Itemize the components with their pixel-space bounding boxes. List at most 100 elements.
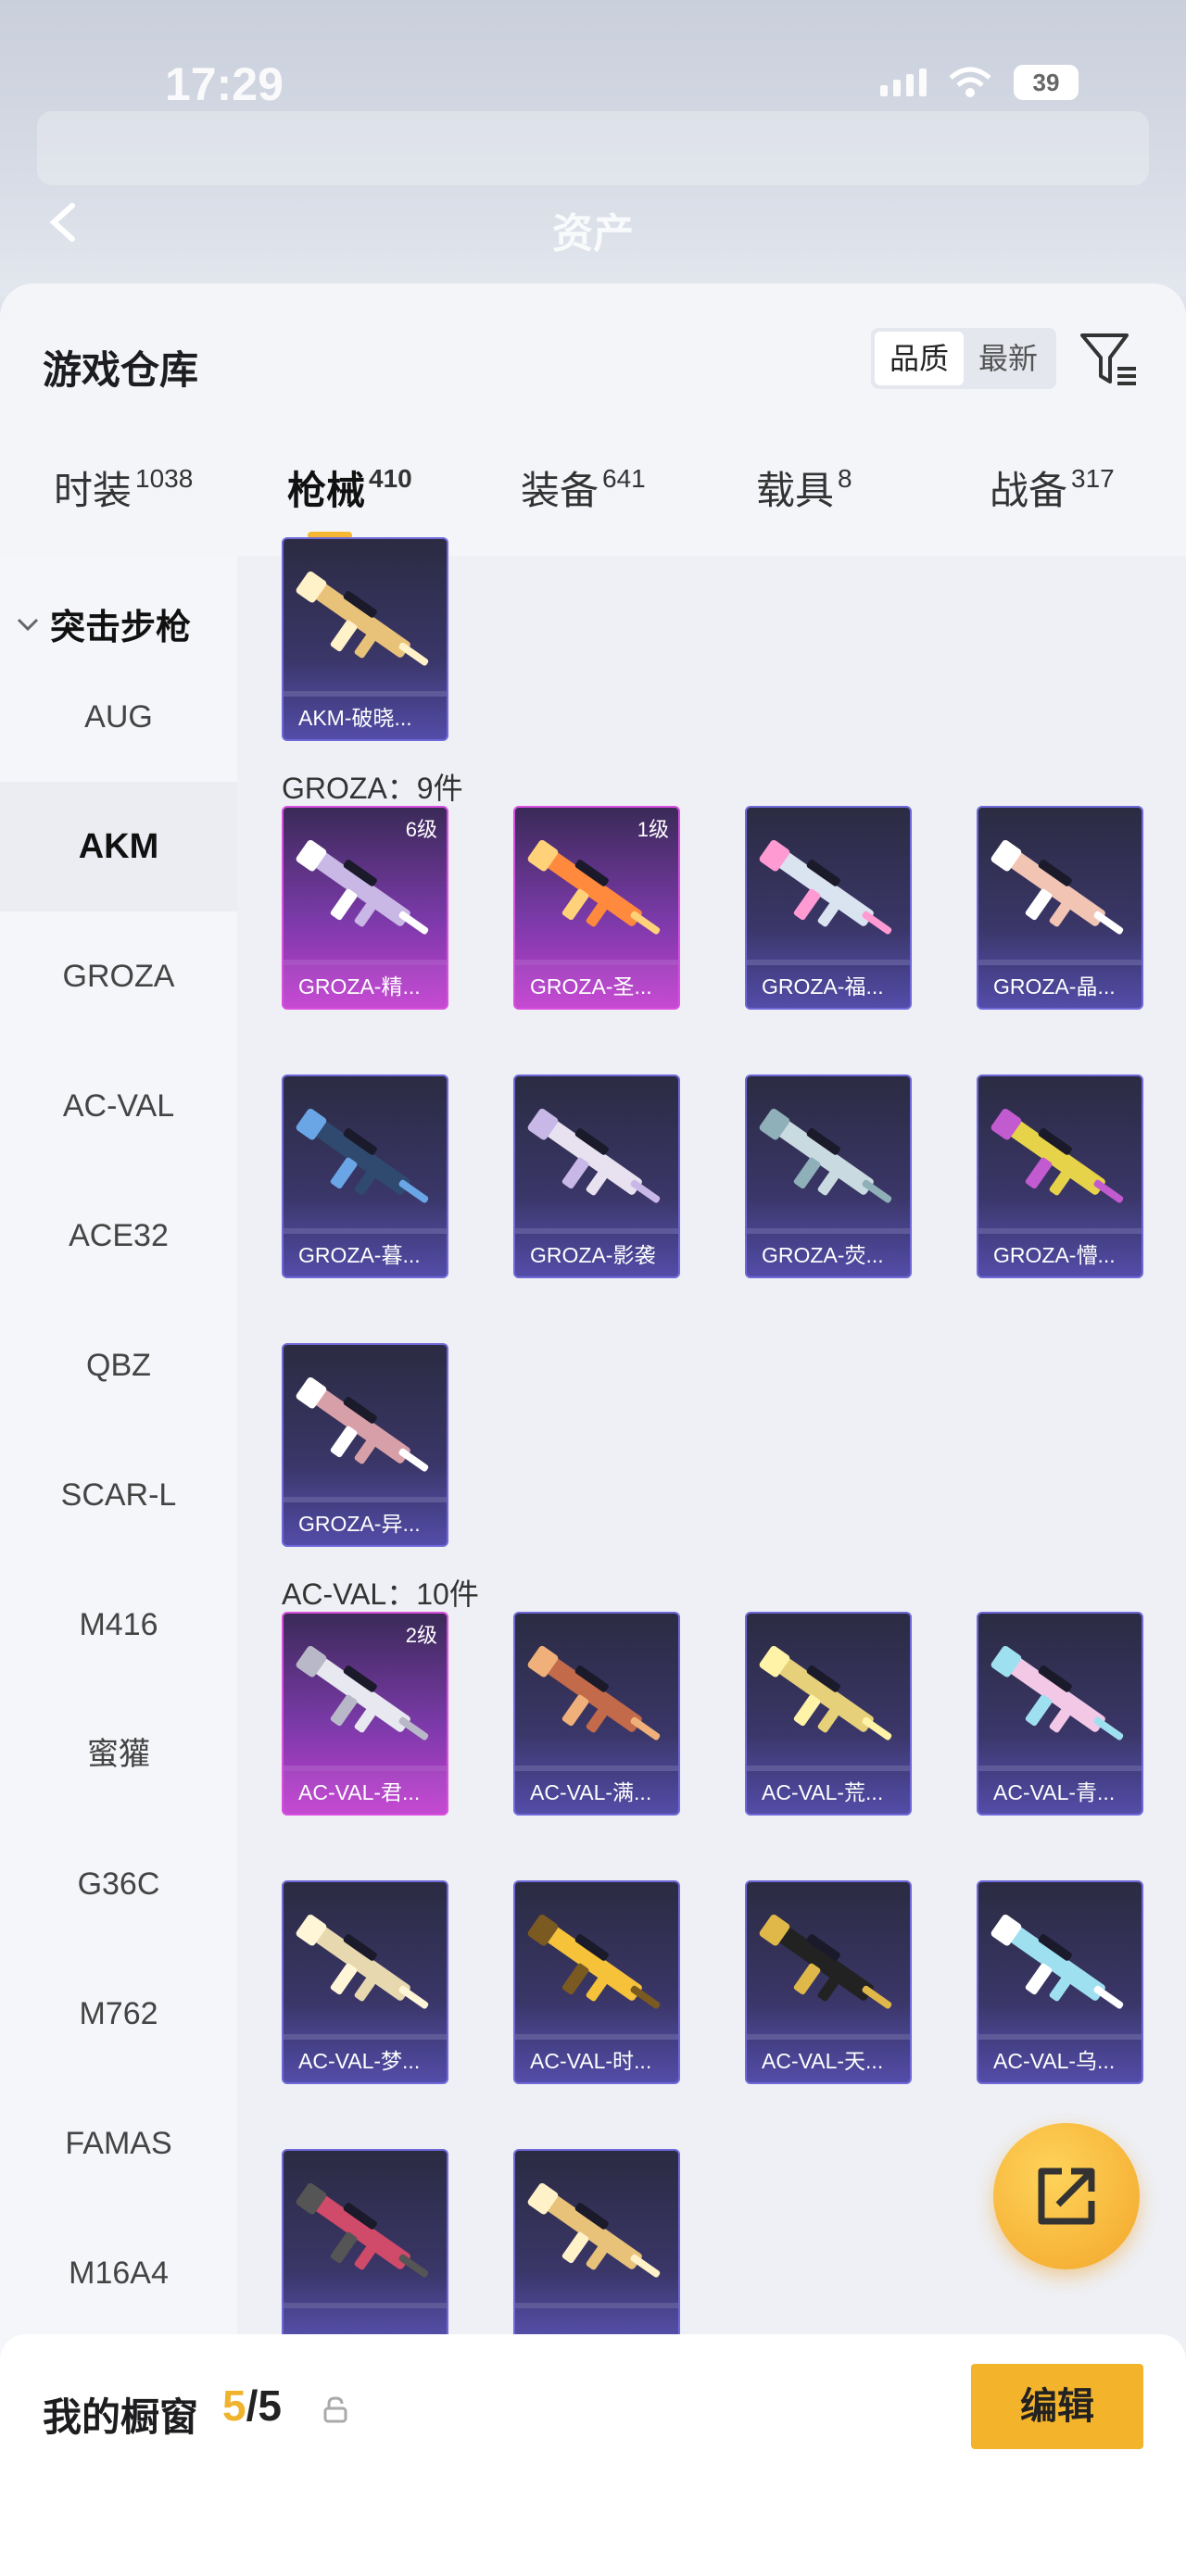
weapon-name: AC-VAL-君... [284, 1771, 447, 1814]
weapon-image [759, 1914, 892, 2009]
sidebar-item[interactable]: G36C [0, 1819, 237, 1949]
weapon-name: GROZA-晶... [978, 965, 1142, 1008]
sidebar-item[interactable]: AUG [0, 652, 237, 782]
battery-icon: 39 [1014, 65, 1079, 100]
showcase-count: 5/5 [222, 2381, 282, 2430]
weapon-card[interactable] [513, 2149, 680, 2353]
weapon-image [296, 2182, 429, 2278]
weapon-name: AC-VAL-天... [747, 2040, 910, 2082]
weapon-name: AC-VAL-满... [515, 1771, 678, 1814]
weapon-name: AC-VAL-乌... [978, 2040, 1142, 2082]
weapon-image [527, 1914, 661, 2009]
share-icon [1038, 2168, 1095, 2225]
weapon-name: GROZA-精... [284, 965, 447, 1008]
weapon-card[interactable]: AC-VAL-时... [513, 1880, 680, 2084]
weapon-card[interactable]: AKM-破晓... [282, 537, 448, 741]
weapon-card[interactable]: AC-VAL-梦... [282, 1880, 448, 2084]
edit-button[interactable]: 编辑 [971, 2364, 1143, 2449]
card-stripe [284, 2303, 447, 2308]
sidebar-item[interactable]: FAMAS [0, 2079, 237, 2208]
weapon-name: AC-VAL-梦... [284, 2040, 447, 2082]
tab-fashion[interactable]: 时装 1038 [54, 459, 193, 516]
weapon-card[interactable]: GROZA-懵... [977, 1074, 1143, 1278]
weapon-image [990, 839, 1124, 935]
sort-quality-button[interactable]: 品质 [875, 332, 965, 385]
wifi-icon [949, 67, 991, 97]
weapon-image [759, 1108, 892, 1203]
level-badge: 6级 [405, 818, 437, 841]
weapon-card[interactable]: AC-VAL-荒... [745, 1612, 912, 1816]
panel-title: 游戏仓库 [43, 348, 199, 392]
weapon-image [759, 839, 892, 935]
section-label: AC-VAL：10件 [282, 1577, 479, 1611]
weapon-card[interactable]: AC-VAL-乌... [977, 1880, 1143, 2084]
weapon-image [296, 839, 429, 935]
category-tabs: 时装 1038 枪械 410 装备 641 载具 8 战备 317 [0, 459, 1186, 543]
weapon-image [296, 1108, 429, 1203]
tab-supplies[interactable]: 战备 317 [990, 459, 1115, 516]
weapon-card[interactable]: GROZA-影袭 [513, 1074, 680, 1278]
sidebar-item[interactable]: GROZA [0, 911, 237, 1041]
weapon-image [527, 1645, 661, 1740]
filter-icon[interactable] [1079, 330, 1140, 391]
app-header-background: 17:29 39 资产 [0, 0, 1186, 296]
sidebar-group-assault-rifles[interactable]: 突击步枪 [17, 598, 191, 649]
weapon-card[interactable]: GROZA-荧... [745, 1074, 912, 1278]
card-stripe [515, 2303, 678, 2308]
weapon-card[interactable]: AC-VAL-满... [513, 1612, 680, 1816]
weapon-sidebar: 突击步枪 AUG AKM GROZA AC-VAL ACE32 QBZ SCAR-L M416… [0, 556, 237, 2371]
sidebar-item[interactable]: AKM [0, 782, 237, 911]
chevron-down-icon [17, 618, 39, 631]
weapon-image [296, 571, 429, 666]
weapon-name: AKM-破晓... [284, 697, 447, 739]
weapon-image [296, 1645, 429, 1740]
level-badge: 1级 [637, 818, 669, 841]
lock-icon [323, 2396, 347, 2423]
weapon-name: AC-VAL-荒... [747, 1771, 910, 1814]
back-icon[interactable] [44, 202, 85, 243]
tab-vehicles[interactable]: 载具 8 [756, 459, 852, 516]
sidebar-item[interactable]: M762 [0, 1949, 237, 2079]
sidebar-item[interactable]: ACE32 [0, 1171, 237, 1301]
sidebar-item[interactable]: M416 [0, 1560, 237, 1690]
weapon-card[interactable]: GROZA-暮... [282, 1074, 448, 1278]
weapon-image [990, 1914, 1124, 2009]
weapon-name: GROZA-荧... [747, 1234, 910, 1276]
section-label: GROZA：9件 [282, 772, 463, 805]
weapon-name: GROZA-异... [284, 1502, 447, 1545]
sidebar-item[interactable]: M16A4 [0, 2208, 237, 2338]
sidebar-item[interactable]: SCAR-L [0, 1430, 237, 1560]
weapon-image [990, 1108, 1124, 1203]
level-badge: 2级 [405, 1624, 437, 1647]
sort-toggle: 品质 最新 [871, 328, 1057, 389]
sidebar-item[interactable]: AC-VAL [0, 1041, 237, 1171]
weapon-name: GROZA-福... [747, 965, 910, 1008]
signal-icon [880, 69, 927, 96]
status-icons: 39 [880, 65, 1079, 100]
weapon-name: AC-VAL-时... [515, 2040, 678, 2082]
sort-newest-button[interactable]: 最新 [964, 332, 1053, 385]
sidebar-item[interactable]: 蜜獾 [0, 1690, 237, 1819]
weapon-image [296, 1914, 429, 2009]
weapon-card[interactable]: 2级 AC-VAL-君... [282, 1612, 448, 1816]
weapon-card[interactable]: AC-VAL-青... [977, 1612, 1143, 1816]
weapon-card[interactable]: 1级 GROZA-圣... [513, 806, 680, 1010]
showcase-label: 我的橱窗 [43, 2395, 199, 2439]
status-time: 17:29 [165, 58, 284, 110]
warehouse-panel: 游戏仓库 品质 最新 时装 1038 枪械 410 装备 641 载具 8 战备 317 … [0, 283, 1186, 2576]
weapon-card[interactable]: AC-VAL-天... [745, 1880, 912, 2084]
weapon-card[interactable]: 6级 GROZA-精... [282, 806, 448, 1010]
weapon-card[interactable] [282, 2149, 448, 2353]
weapon-image [527, 2182, 661, 2278]
weapon-card[interactable]: GROZA-晶... [977, 806, 1143, 1010]
weapon-name: AC-VAL-青... [978, 1771, 1142, 1814]
weapon-name: GROZA-暮... [284, 1234, 447, 1276]
sidebar-item[interactable]: QBZ [0, 1301, 237, 1430]
page-title: 资产 [552, 211, 634, 257]
share-button[interactable] [993, 2123, 1140, 2269]
weapon-card[interactable]: GROZA-异... [282, 1343, 448, 1547]
weapon-name: GROZA-影袭 [515, 1234, 678, 1276]
weapon-card[interactable]: GROZA-福... [745, 806, 912, 1010]
tab-equipment[interactable]: 装备 641 [521, 459, 646, 516]
tab-weapons[interactable]: 枪械 410 [287, 459, 412, 516]
